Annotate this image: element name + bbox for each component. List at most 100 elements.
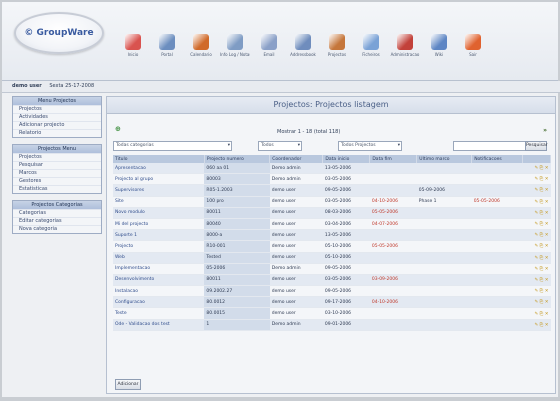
sidebar-item[interactable]: Actividades (13, 113, 101, 121)
table-cell[interactable]: Suporte 1 (113, 229, 205, 242)
table-cell[interactable]: Novo modulo (113, 207, 205, 219)
table-cell[interactable]: Ode - Validacao dos test (113, 319, 205, 331)
column-header[interactable]: Ultimo marco (416, 155, 473, 163)
table-row[interactable]: Teste 80.0015 demo user 03-10-2006 ✎ ⎘ ✕ (113, 307, 551, 320)
table-cell (471, 240, 523, 253)
table-cell[interactable]: Supervisores (113, 184, 205, 197)
table-cell[interactable]: Implementacao (113, 263, 205, 275)
table-cell[interactable]: Apresentacao (113, 163, 205, 175)
table-row[interactable]: Site 100 pro demo user 03-05-2006 04-10-2006… (113, 196, 551, 208)
column-header[interactable]: Notificacoes (471, 155, 523, 163)
table-cell: demo user (269, 274, 323, 287)
row-actions-icon[interactable]: ✎ ⎘ ✕ (522, 184, 551, 197)
table-cell (471, 263, 523, 275)
toolbar-item-5[interactable]: Addressbook (288, 34, 318, 79)
toolbar-item-4[interactable]: Email (254, 34, 284, 79)
column-header[interactable]: Titulo (113, 155, 205, 163)
table-cell (369, 252, 417, 264)
table-row[interactable]: Suporte 1 8000-a demo user 13-05-2006 ✎ ⎘ ✕ (113, 229, 551, 242)
sidebar-item[interactable]: Gestores (13, 177, 101, 185)
row-actions-icon[interactable]: ✎ ⎘ ✕ (522, 218, 551, 231)
table-cell[interactable]: Site (113, 196, 205, 208)
table-cell: 80.0015 (204, 307, 270, 320)
sidebar-item[interactable]: Categorias (13, 209, 101, 217)
row-actions-icon[interactable]: ✎ ⎘ ✕ (522, 274, 551, 287)
sidebar-item[interactable]: Estatisticas (13, 185, 101, 193)
row-actions-icon[interactable]: ✎ ⎘ ✕ (522, 207, 551, 219)
sidebar-item[interactable]: Projectos (13, 105, 101, 113)
toolbar-item-label: Administracao (390, 52, 420, 57)
toolbar-item-9[interactable]: Wiki (424, 34, 454, 79)
toolbar-item-6[interactable]: Projectos (322, 34, 352, 79)
toolbar-item-7[interactable]: Ficheiros (356, 34, 386, 79)
table-cell[interactable]: Web (113, 252, 205, 264)
row-actions-icon[interactable]: ✎ ⎘ ✕ (522, 173, 551, 186)
toolbar-item-10[interactable]: Sair (458, 34, 488, 79)
table-row[interactable]: Web Tested demo user 05-10-2006 ✎ ⎘ ✕ (113, 252, 551, 264)
row-actions-icon[interactable]: ✎ ⎘ ✕ (522, 263, 551, 275)
table-row[interactable]: Mi del projecto 80040 demo user 03-04-2006 0… (113, 218, 551, 231)
row-actions-icon[interactable]: ✎ ⎘ ✕ (522, 319, 551, 331)
table-cell: 03-09-2006 (369, 274, 417, 287)
sidebar-item[interactable]: Adicionar projecto (13, 121, 101, 129)
row-actions-icon[interactable]: ✎ ⎘ ✕ (522, 229, 551, 242)
search-input[interactable] (453, 141, 527, 151)
toolbar-item-2[interactable]: Calendario (186, 34, 216, 79)
toolbar-item-3[interactable]: Info Log / Notas (220, 34, 250, 79)
row-actions-icon[interactable]: ✎ ⎘ ✕ (522, 252, 551, 264)
row-actions-icon[interactable]: ✎ ⎘ ✕ (522, 196, 551, 208)
sidebar-item[interactable]: Nova categoria (13, 225, 101, 233)
row-actions-icon[interactable]: ✎ ⎘ ✕ (522, 240, 551, 253)
sidebar-item[interactable]: Marcos (13, 169, 101, 177)
table-cell (471, 285, 523, 298)
add-button[interactable]: Adicionar (115, 379, 141, 390)
table-cell[interactable]: Projecto (113, 240, 205, 253)
table-row[interactable]: Projecto al grupo 80003 Demo admin 03-05-20… (113, 173, 551, 186)
table-cell: 03-05-2006 (322, 274, 370, 287)
table-cell: demo user (269, 207, 323, 219)
column-header[interactable]: Coordenador (269, 155, 324, 163)
table-row[interactable]: Projecto R10-001 demo user 05-10-2006 05-05-… (113, 240, 551, 253)
sidebar-item[interactable]: Editar categorias (13, 217, 101, 225)
app-logo[interactable]: © GroupWare (14, 12, 104, 54)
table-row[interactable]: Ode - Validacao dos test 1 Demo admin 09-01… (113, 319, 551, 331)
table-row[interactable]: Instalacao 09.2002.27 demo user 09-05-2006 ✎… (113, 285, 551, 298)
search-button[interactable]: Pesquisar (525, 141, 548, 151)
toolbar-item-label: Info Log / Notas (220, 52, 250, 57)
table-cell: 8000-a (204, 229, 270, 242)
toolbar-item-0[interactable]: Inicio (118, 34, 148, 79)
table-cell[interactable]: Teste (113, 307, 205, 320)
table-cell[interactable]: Configuracao (113, 296, 205, 309)
toolbar-item-8[interactable]: Administracao (390, 34, 420, 79)
table-cell[interactable]: Instalacao (113, 285, 205, 298)
row-actions-icon[interactable]: ✎ ⎘ ✕ (522, 285, 551, 298)
add-project-icon[interactable]: ⊕ (115, 125, 121, 133)
sidebar-item[interactable]: Relatorio (13, 129, 101, 137)
column-header[interactable]: Data inicio (322, 155, 371, 163)
table-cell[interactable]: Mi del projecto (113, 218, 205, 231)
table-row[interactable]: Implementacao 05-2006 Demo admin 09-05-2006… (113, 263, 551, 275)
table-row[interactable]: Desenvolvimento 80011 demo user 03-05-2006 0… (113, 274, 551, 287)
table-row[interactable]: Novo modulo 80011 demo user 08-03-2006 05-05… (113, 207, 551, 219)
projects-select[interactable]: Todos Projectos ▾ (338, 141, 402, 151)
row-actions-icon[interactable]: ✎ ⎘ ✕ (522, 307, 551, 320)
table-row[interactable]: Configuracao 80.0012 demo user 09-17-2006 04… (113, 296, 551, 309)
sidebar-item[interactable]: Pesquisar (13, 161, 101, 169)
table-row[interactable]: Apresentacao 060 aa 01 Demo admin 13-05-200… (113, 163, 551, 175)
status-select[interactable]: Todos ▾ (258, 141, 302, 151)
current-user: demo user (12, 83, 42, 89)
table-cell[interactable]: Projecto al grupo (113, 173, 205, 186)
row-actions-icon[interactable]: ✎ ⎘ ✕ (522, 296, 551, 309)
next-page-icon[interactable]: » (543, 127, 547, 134)
table-row[interactable]: Supervisores R05-1.2003 demo user 09-05-200… (113, 184, 551, 197)
row-actions-icon[interactable]: ✎ ⎘ ✕ (522, 163, 551, 175)
table-cell: 03-05-2006 (322, 196, 370, 208)
sidebar-box-title: Menu Projectos (13, 97, 101, 105)
column-header[interactable]: Projecto numero (204, 155, 271, 163)
column-header[interactable]: Data fim (369, 155, 418, 163)
sidebar-item[interactable]: Projectos (13, 153, 101, 161)
table-cell[interactable]: Desenvolvimento (113, 274, 205, 287)
toolbar-item-1[interactable]: Portal (152, 34, 182, 79)
files-icon (363, 34, 379, 50)
category-select[interactable]: Todas categorias ▾ (113, 141, 232, 151)
